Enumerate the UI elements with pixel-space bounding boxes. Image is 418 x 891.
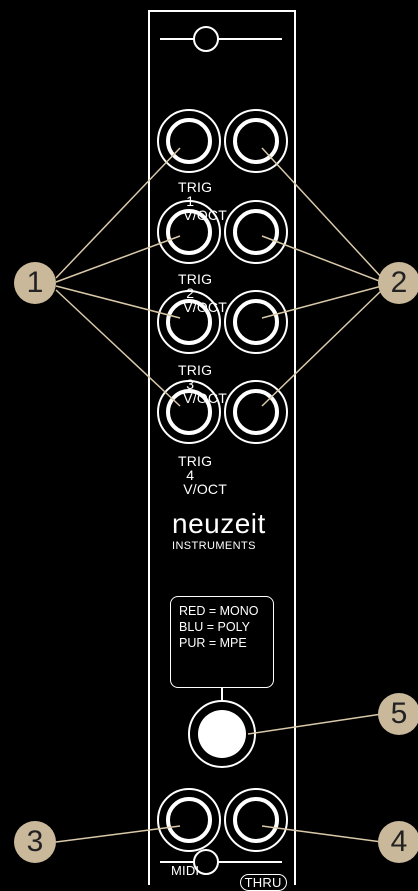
row-3-label: TRIG 3 V/OCT xyxy=(170,349,227,405)
mode-legend-box: RED = MONO BLU = POLY PUR = MPE xyxy=(170,596,274,688)
midi-jacks xyxy=(157,788,288,852)
voct-label: V/OCT xyxy=(183,390,227,406)
voct-label: V/OCT xyxy=(183,207,227,223)
trig-label: TRIG xyxy=(177,453,213,469)
jack-row-1 xyxy=(157,109,288,173)
status-led xyxy=(198,710,246,758)
trig-label: TRIG xyxy=(177,271,213,287)
row-4-label: TRIG 4 V/OCT xyxy=(170,440,227,496)
brand-subtitle: INSTRUMENTS xyxy=(172,540,256,552)
callout-1: 1 xyxy=(14,262,56,304)
trig-label: TRIG xyxy=(177,179,213,195)
legend-line-mpe: PUR = MPE xyxy=(179,636,247,650)
midi-label: MIDI xyxy=(171,863,200,878)
callout-5: 5 xyxy=(378,693,418,735)
brand-logo: neuzeit xyxy=(172,508,266,539)
row-2-label: TRIG 2 V/OCT xyxy=(170,258,227,314)
callout-3: 3 xyxy=(14,821,56,863)
callout-2: 2 xyxy=(378,262,418,304)
thru-label: THRU xyxy=(239,874,287,891)
row-1-label: TRIG 1 V/OCT xyxy=(170,166,227,222)
trig-label: TRIG xyxy=(177,362,213,378)
top-mounting-hole xyxy=(160,26,282,52)
legend-line-mono: RED = MONO xyxy=(179,604,259,618)
legend-line-poly: BLU = POLY xyxy=(179,620,250,634)
thru-label-wrap: THRU xyxy=(232,862,287,891)
callout-4: 4 xyxy=(378,821,418,863)
voct-label: V/OCT xyxy=(183,481,227,497)
voct-label: V/OCT xyxy=(183,299,227,315)
